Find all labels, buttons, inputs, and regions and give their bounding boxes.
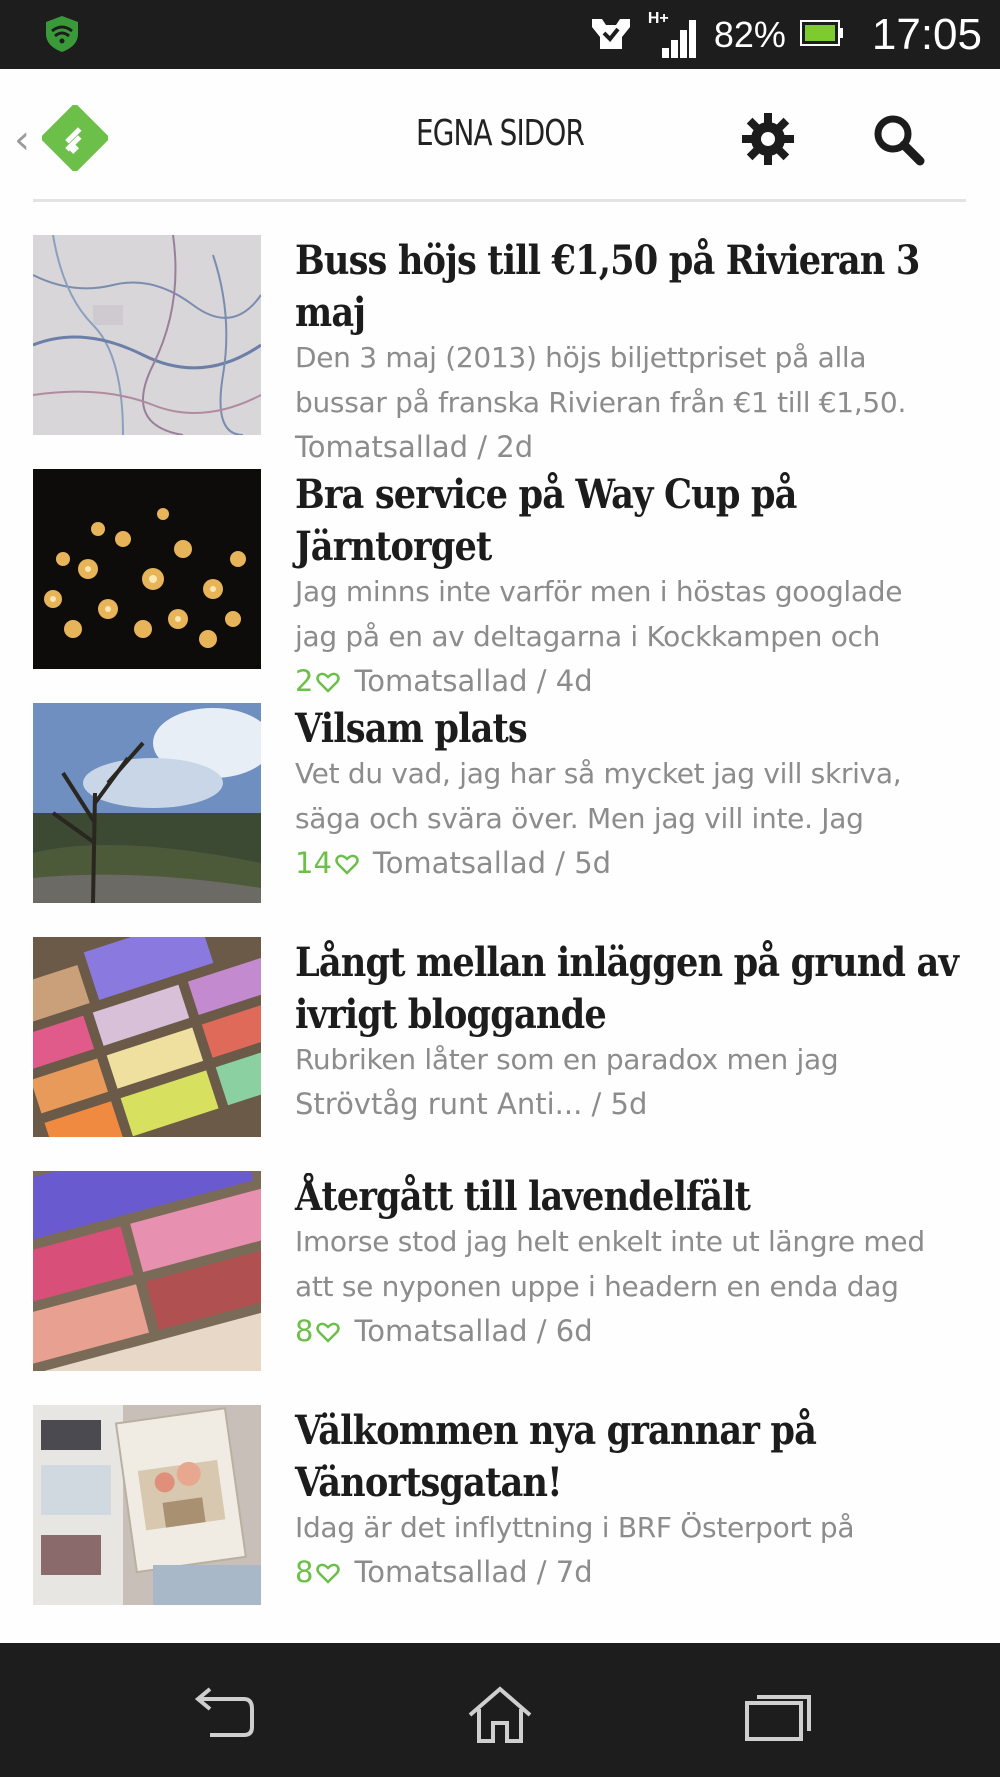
app-header: ‹ EGNA SIDOR: [0, 69, 1000, 201]
heart-icon: [316, 1322, 341, 1343]
like-count-value: 14: [295, 846, 332, 880]
like-count-value: 2: [295, 664, 314, 698]
like-count: 14: [295, 841, 359, 886]
list-item[interactable]: Återgått till lavendelfält Imorse stod j…: [0, 1171, 1000, 1371]
article-snippet: Imorse stod jag helt enkelt inte ut läng…: [295, 1225, 925, 1258]
recent-apps-icon[interactable]: [743, 1685, 813, 1745]
article-thumbnail: [33, 469, 261, 669]
article-snippet: Den 3 maj (2013) höjs biljettpriset på a…: [295, 341, 867, 374]
list-item[interactable]: Vilsam plats Vet du vad, jag har så myck…: [0, 703, 1000, 903]
navigation-bar: [0, 1643, 1000, 1777]
article-title[interactable]: Buss höjs till €1,50 på Rivieran 3 maj: [295, 235, 964, 339]
article-snippet: säga och svära över. Men jag vill inte. …: [295, 802, 864, 835]
clock: 17:05: [871, 9, 982, 59]
back-chevron-icon[interactable]: ‹: [14, 117, 30, 163]
article-source-age: Tomatsallad / 2d: [295, 430, 534, 464]
article-snippet: Jag minns inte varför men i höstas googl…: [295, 575, 903, 608]
article-thumbnail: [33, 937, 261, 1137]
article-thumbnail: [33, 1405, 261, 1605]
article-source-age: Tomatsallad / 7d: [354, 1555, 593, 1589]
article-source-age: Strövtåg runt Anti... / 5d: [295, 1087, 648, 1121]
list-item[interactable]: Buss höjs till €1,50 på Rivieran 3 maj D…: [0, 235, 1000, 464]
heart-icon: [316, 1563, 341, 1584]
article-title[interactable]: Bra service på Way Cup på Järntorget: [295, 469, 964, 573]
article-source-age: Tomatsallad / 4d: [354, 664, 593, 698]
battery-icon: [799, 18, 844, 52]
article-snippet: bussar på franska Rivieran från €1 till …: [295, 386, 907, 419]
article-thumbnail: [33, 703, 261, 903]
like-count: 2: [295, 659, 341, 704]
battery-percent: 82%: [713, 13, 786, 55]
article-title[interactable]: Återgått till lavendelfält: [295, 1171, 964, 1223]
back-icon[interactable]: [190, 1685, 260, 1745]
article-source-age: Tomatsallad / 6d: [354, 1314, 593, 1348]
article-snippet: Rubriken låter som en paradox men jag: [295, 1043, 839, 1076]
signal-icon: H+: [648, 10, 700, 60]
article-snippet: Vet du vad, jag har så mycket jag vill s…: [295, 757, 902, 790]
like-count: 8: [295, 1550, 341, 1595]
article-thumbnail: [33, 235, 261, 435]
article-snippet: jag på en av deltagarna i Kockkampen och: [295, 620, 881, 653]
like-count-value: 8: [295, 1555, 314, 1589]
home-icon[interactable]: [465, 1685, 535, 1745]
article-thumbnail: [33, 1171, 261, 1371]
shield-wifi-icon: [42, 14, 82, 54]
list-item[interactable]: Långt mellan inläggen på grund av ivrigt…: [0, 937, 1000, 1137]
article-snippet: att se nyponen uppe i headern en enda da…: [295, 1270, 899, 1303]
header-divider: [33, 199, 966, 202]
notification-icon: [588, 13, 634, 57]
article-title[interactable]: Välkommen nya grannar på Vänortsgatan!: [295, 1405, 964, 1509]
heart-icon: [316, 672, 341, 693]
heart-icon: [335, 854, 359, 875]
page-title: EGNA SIDOR: [416, 113, 585, 154]
search-icon[interactable]: [868, 109, 928, 169]
gear-icon[interactable]: [738, 109, 798, 169]
list-item[interactable]: Välkommen nya grannar på Vänortsgatan! I…: [0, 1405, 1000, 1605]
like-count-value: 8: [295, 1314, 314, 1348]
list-item[interactable]: Bra service på Way Cup på Järntorget Jag…: [0, 469, 1000, 698]
article-title[interactable]: Vilsam plats: [295, 703, 964, 755]
article-title[interactable]: Långt mellan inläggen på grund av ivrigt…: [295, 937, 964, 1041]
article-snippet: Idag är det inflyttning i BRF Österport …: [295, 1511, 855, 1544]
like-count: 8: [295, 1309, 341, 1354]
article-source-age: Tomatsallad / 5d: [372, 846, 612, 880]
status-bar: H+ 82% 17:05: [0, 0, 1000, 69]
